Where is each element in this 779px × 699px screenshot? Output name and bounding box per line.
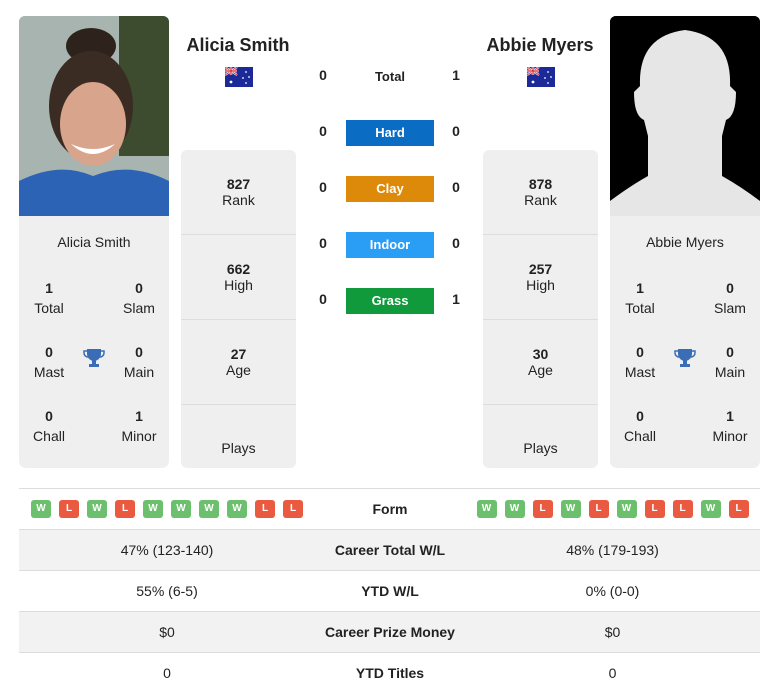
surface-indoor-badge[interactable]: Indoor [346,232,434,258]
form-row: WLWLWWWWLL Form WWLWLWLLWL [19,488,760,529]
form-loss-badge[interactable]: L [588,500,609,518]
player2-titles-slam: 0 Slam [714,280,746,316]
player1-card-name: Alicia Smith [57,234,131,250]
h2h-hard-p2: 0 [452,123,460,139]
form-win-badge[interactable]: W [616,500,637,518]
player2-form: WWLWLWLLWL [465,500,760,518]
australia-flag-icon [527,67,555,87]
player1-plays: Plays [221,439,256,456]
h2h-grass-p1: 0 [319,291,327,307]
player1-age: 27 Age [181,320,296,405]
h2h-total-p1: 0 [319,67,327,83]
player2-photo-placeholder [610,16,760,216]
form-win-badge[interactable]: W [227,500,247,518]
form-label: Form [372,501,408,517]
table-row: 0 YTD Titles 0 [19,652,760,693]
form-loss-badge[interactable]: L [283,500,303,518]
player2-titles: 1 Total 0 Slam 0 Mast 0 Main 0 Chall 1 Minor [610,278,760,448]
player2-high: 257 High [483,235,598,320]
table-row: $0 Career Prize Money $0 [19,611,760,652]
player2-titles-mast: 0 Mast [624,344,656,380]
form-win-badge[interactable]: W [476,500,497,518]
australia-flag-icon [225,67,253,87]
row-label: YTD W/L [361,583,419,599]
form-loss-badge[interactable]: L [644,500,665,518]
player1-value: 47% (123-140) [120,542,214,558]
h2h-total-p2: 1 [452,67,460,83]
player1-titles-total: 1 Total [34,280,64,316]
form-win-badge[interactable]: W [700,500,721,518]
form-loss-badge[interactable]: L [672,500,693,518]
player2-age: 30 Age [483,320,598,405]
player2-card-name: Abbie Myers [646,234,724,250]
player2-titles-total: 1 Total [625,280,655,316]
avatar-silhouette-icon [610,16,760,216]
h2h-clay-p1: 0 [319,179,327,195]
player1-form-badges: WLWLWWWWLL [19,500,315,518]
player2-value: $0 [604,624,621,640]
surface-clay-badge[interactable]: Clay [346,176,434,202]
player2-form-badges: WWLWLWLLWL [465,500,760,518]
form-win-badge[interactable]: W [199,500,219,518]
h2h-clay-p2: 0 [452,179,460,195]
player1-photo [19,16,169,216]
form-win-badge[interactable]: W [560,500,581,518]
player2-stats: 878 Rank 257 High 30 Age Plays [483,150,598,468]
player2-rank: 878 Rank [483,150,598,235]
player2-value: 48% (179-193) [566,542,659,558]
table-row: 55% (6-5) YTD W/L 0% (0-0) [19,570,760,611]
player1-stats: 827 Rank 662 High 27 Age Plays [181,150,296,468]
player2-titles-chall: 0 Chall [624,408,656,444]
player1-titles-mast: 0 Mast [33,344,65,380]
h2h-total-label: Total [374,69,406,84]
row-label: Career Total W/L [334,542,446,558]
player1-name[interactable]: Alicia Smith [168,35,308,56]
player2-value: 0 [608,665,617,681]
player1-value: 0 [163,665,171,681]
form-win-badge[interactable]: W [171,500,191,518]
player2-value: 0% (0-0) [585,583,640,599]
surface-grass-badge[interactable]: Grass [346,288,434,314]
player1-value: 55% (6-5) [136,583,198,599]
row-label: Career Prize Money [325,624,455,640]
player1-value: $0 [159,624,175,640]
player1-titles-chall: 0 Chall [33,408,65,444]
h2h-indoor-p1: 0 [319,235,327,251]
player2-titles-minor: 1 Minor [712,408,748,444]
form-win-badge[interactable]: W [31,500,51,518]
player2-name[interactable]: Abbie Myers [470,35,610,56]
player1-titles-main: 0 Main [123,344,155,380]
player1-titles: 1 Total 0 Slam 0 Mast 0 Main 0 Chall 1 Minor [19,278,169,448]
form-loss-badge[interactable]: L [59,500,79,518]
form-win-badge[interactable]: W [143,500,163,518]
player1-titles-minor: 1 Minor [121,408,157,444]
player1-high: 662 High [181,235,296,320]
row-label: YTD Titles [355,665,425,681]
form-loss-badge[interactable]: L [532,500,553,518]
table-row: 47% (123-140) Career Total W/L 48% (179-… [19,529,760,570]
form-loss-badge[interactable]: L [728,500,749,518]
h2h-indoor-p2: 0 [452,235,460,251]
h2h-grass-p2: 1 [452,291,460,307]
form-win-badge[interactable]: W [504,500,525,518]
player2-titles-main: 0 Main [714,344,746,380]
form-loss-badge[interactable]: L [255,500,275,518]
surface-hard-badge[interactable]: Hard [346,120,434,146]
player2-plays: Plays [523,439,558,456]
trophy-icon [674,349,696,367]
trophy-icon [83,349,105,367]
player1-rank: 827 Rank [181,150,296,235]
h2h-hard-p1: 0 [319,123,327,139]
player1-form: WLWLWWWWLL [19,500,315,518]
form-loss-badge[interactable]: L [115,500,135,518]
player1-titles-slam: 0 Slam [123,280,155,316]
form-win-badge[interactable]: W [87,500,107,518]
